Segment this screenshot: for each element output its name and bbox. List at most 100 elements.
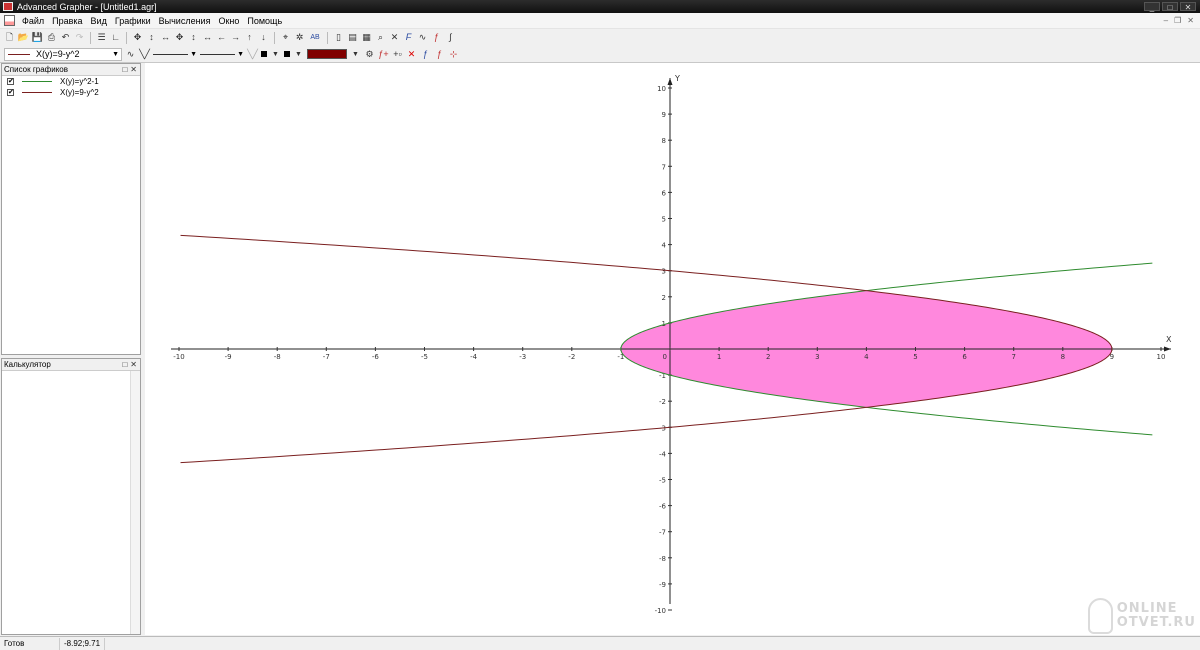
graph-plot[interactable]: XY-10 -9 -8 -7 -6 -5 -4 -3 -2 -1 1 2 3 4 5 6 7 8 9 100-10-9… (145, 63, 1200, 635)
mdi-restore-button[interactable]: ❐ (1174, 16, 1181, 25)
maximize-button[interactable]: □ (1162, 2, 1178, 12)
arrow-up-icon[interactable]: ↑ (244, 32, 255, 43)
compress-vertical-icon[interactable]: ↕ (188, 32, 199, 43)
x-tick-label: 7 (1011, 353, 1015, 361)
x-tick-label: -5 (421, 353, 428, 361)
y-tick-label: -5 (659, 477, 666, 485)
x-axis-label: X (1166, 335, 1172, 344)
marker-size-icon[interactable] (284, 51, 290, 57)
minimize-button[interactable]: _ (1144, 2, 1160, 12)
y-tick-label: 3 (662, 268, 666, 276)
calculator-scrollbar[interactable] (130, 371, 140, 634)
add-table-icon[interactable]: +▫ (392, 49, 403, 60)
y-tick-label: 9 (662, 111, 666, 119)
menu-file[interactable]: Файл (18, 16, 48, 26)
graph-color-picker[interactable] (307, 49, 347, 59)
graph-canvas[interactable]: X Y -10 -9 -8 -7 -6 -5 -4 -3 -2 -1 1 2 3 4 5 6 7 8 9 10 0 -10 -9… (145, 63, 1200, 635)
marker-style-icon[interactable] (261, 51, 267, 57)
close-button[interactable]: ✕ (1180, 2, 1196, 12)
graph-list-item[interactable]: ✔ X(y)=y^2-1 (2, 76, 140, 87)
add-graph-icon[interactable]: ƒ+ (378, 49, 389, 60)
table-icon[interactable]: ▦ (361, 32, 372, 43)
compress-horizontal-icon[interactable]: ↔ (202, 32, 213, 43)
axes-icon[interactable]: ∟ (110, 32, 121, 43)
undo-icon[interactable]: ↶ (60, 32, 71, 43)
float-panel-button[interactable]: □ (122, 360, 127, 369)
line-style-selector[interactable]: ▼ (153, 49, 197, 60)
chevron-down-icon[interactable]: ▼ (293, 49, 304, 60)
open-file-icon[interactable]: 📂 (18, 32, 29, 43)
trace-icon[interactable]: ⊹ (448, 49, 459, 60)
x-tick-label: 2 (766, 353, 770, 361)
menu-view[interactable]: Вид (87, 16, 111, 26)
watermark-line1: ONLINE (1116, 601, 1178, 616)
tangent-icon[interactable]: ∿ (417, 32, 428, 43)
list-icon[interactable]: ☰ (96, 32, 107, 43)
graph-visible-checkbox[interactable]: ✔ (7, 89, 14, 96)
y-tick-label: -2 (659, 398, 666, 406)
new-file-icon[interactable]: 🗋 (4, 32, 15, 43)
menu-calculations[interactable]: Вычисления (155, 16, 215, 26)
x-axis-arrow (1164, 346, 1171, 352)
compress-icon[interactable]: ✥ (174, 32, 185, 43)
graph-label: X(y)=9-y^2 (60, 88, 99, 97)
line-width-selector[interactable]: ▼ (200, 49, 244, 60)
float-panel-button[interactable]: □ (122, 65, 127, 74)
function-selector[interactable]: X(y)=9-y^2 ▼ (4, 47, 122, 61)
menu-help[interactable]: Помощь (243, 16, 286, 26)
function-value-icon[interactable]: ƒ (431, 32, 442, 43)
close-panel-button[interactable]: ✕ (130, 65, 137, 74)
graph-list-item[interactable]: ✔ X(y)=9-y^2 (2, 87, 140, 98)
chevron-down-icon[interactable]: ▼ (270, 49, 281, 60)
derivative-icon[interactable]: F (403, 32, 414, 43)
print-icon[interactable]: ⎙ (46, 32, 57, 43)
y-tick-label: -7 (659, 529, 666, 537)
labels-icon[interactable]: AB (308, 32, 322, 43)
format-toolbar: X(y)=9-y^2 ▼ ∿ ╲╱ ▼ ▼ ╲╱ ▼ ▼ ▼ ⚙ ƒ+ +▫ ✕… (0, 46, 1200, 63)
document-icon[interactable] (4, 15, 15, 26)
graph-properties-icon[interactable]: ⚙ (364, 49, 375, 60)
page-icon[interactable]: ▯ (333, 32, 344, 43)
save-icon[interactable]: 💾 (32, 32, 43, 43)
x-tick-label: 6 (962, 353, 967, 361)
graph-visible-checkbox[interactable]: ✔ (7, 78, 14, 85)
menu-window[interactable]: Окно (214, 16, 243, 26)
arrow-left-icon[interactable]: ← (216, 32, 227, 43)
close-panel-button[interactable]: ✕ (130, 360, 137, 369)
move-icon[interactable]: ✥ (132, 32, 143, 43)
mdi-controls: – ❐ ✕ (1164, 16, 1200, 25)
x-tick-label: -8 (274, 353, 281, 361)
stretch-vertical-icon[interactable]: ↕ (146, 32, 157, 43)
crosshair-icon[interactable]: ⌖ (280, 32, 291, 43)
mdi-minimize-button[interactable]: – (1164, 16, 1168, 25)
toolbar-separator (126, 31, 127, 44)
arrow-right-icon[interactable]: → (230, 32, 241, 43)
mdi-close-button[interactable]: ✕ (1187, 16, 1194, 25)
curve-style-icon[interactable]: ∿ (125, 49, 136, 60)
chevron-down-icon[interactable]: ▼ (350, 49, 361, 60)
redo-icon[interactable]: ↷ (74, 32, 85, 43)
edit-graph-icon[interactable]: ƒ (420, 49, 431, 60)
x-tick-label: -10 (173, 353, 184, 361)
function-selector-value: X(y)=9-y^2 (36, 49, 80, 59)
integral-icon[interactable]: ∫ (445, 32, 456, 43)
delete-graph-icon[interactable]: ✕ (406, 49, 417, 60)
point-style-icon[interactable]: ╲╱ (139, 49, 150, 60)
arrow-down-icon[interactable]: ↓ (258, 32, 269, 43)
window-title: Advanced Grapher - [Untitled1.agr] (17, 1, 157, 12)
x-tick-label: -4 (470, 353, 478, 361)
status-state: Готов (0, 637, 60, 650)
menu-edit[interactable]: Правка (48, 16, 86, 26)
asymptote-icon[interactable]: ╲╱ (247, 49, 258, 60)
line-width-sample (200, 53, 236, 55)
y-axis-arrow (667, 78, 673, 85)
menu-graphs[interactable]: Графики (111, 16, 155, 26)
calculator-panel: Калькулятор □ ✕ (1, 358, 141, 635)
calculator-icon[interactable]: ▤ (347, 32, 358, 43)
hide-graph-icon[interactable]: ƒ (434, 49, 445, 60)
zoom-graph-icon[interactable]: ⌕ (375, 32, 386, 43)
intersection-icon[interactable]: ✕ (389, 32, 400, 43)
stretch-horizontal-icon[interactable]: ↔ (160, 32, 171, 43)
zoom-all-icon[interactable]: ✲ (294, 32, 305, 43)
y-tick-label: -10 (655, 607, 666, 615)
